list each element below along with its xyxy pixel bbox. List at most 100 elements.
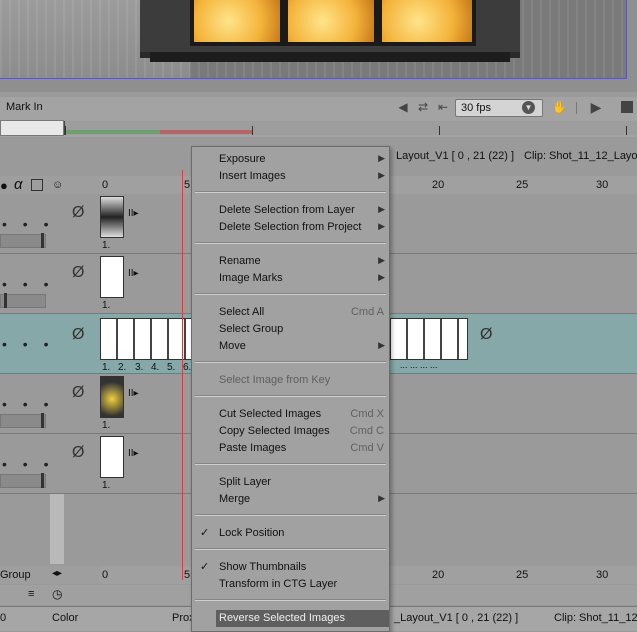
face-icon[interactable]: ☺ (52, 179, 63, 191)
cel-sequence[interactable] (390, 318, 468, 360)
fit-icon[interactable]: ⇤ (436, 100, 450, 114)
menu-item-label: Insert Images (219, 170, 286, 182)
menu-item-transform-ctg[interactable]: Transform in CTG Layer (192, 576, 389, 593)
menu-item-insert-images[interactable]: Insert Images ▶ (192, 168, 389, 185)
hand-icon[interactable]: ✋ (552, 100, 567, 114)
submenu-arrow-icon: ▶ (378, 204, 385, 214)
menu-item-select-all[interactable]: Select All Cmd A (192, 304, 389, 321)
submenu-arrow-icon: ▶ (378, 255, 385, 265)
menu-item-select-group[interactable]: Select Group (192, 321, 389, 338)
playback-toolbar: Mark In ◀ ⇄ ⇤ 30 fps ▼ ✋ ▶ (0, 97, 637, 120)
cel-thumbnail[interactable] (100, 376, 124, 418)
opacity-slider[interactable] (0, 233, 46, 248)
menu-item-split-layer[interactable]: Split Layer (192, 474, 389, 491)
mark-in-label: Mark In (6, 101, 43, 113)
menu-item-delete-from-layer[interactable]: Delete Selection from Layer ▶ (192, 202, 389, 219)
alpha-icon[interactable]: α (14, 176, 23, 193)
menu-item-reverse[interactable]: Reverse Selected Images (216, 610, 389, 627)
cel-thumbnail[interactable] (100, 436, 124, 478)
cel-label: 1. (102, 300, 111, 311)
layer-options[interactable]: • • • (2, 216, 54, 232)
menu-item-cut[interactable]: Cut Selected Images Cmd X (192, 406, 389, 423)
layer-options[interactable]: • • • (2, 336, 54, 352)
menu-item-label: Select All (219, 306, 265, 318)
viewer-canvas[interactable] (0, 0, 627, 79)
hold-icon: II▸ (128, 388, 139, 399)
mask-icon[interactable] (31, 179, 43, 191)
slider-knob[interactable] (41, 473, 44, 488)
menu-item-label: Delete Selection from Project (219, 221, 362, 233)
ruler-label: 0 (102, 569, 109, 581)
menu-separator (195, 293, 386, 295)
menu-separator (195, 395, 386, 397)
cel-thumbnail[interactable] (100, 196, 124, 238)
submenu-arrow-icon: ▶ (378, 221, 385, 231)
menu-item-label: Image Marks (219, 272, 283, 284)
menu-shortcut: Cmd A (350, 306, 384, 318)
cel-thumbnail[interactable] (100, 256, 124, 298)
fps-select[interactable]: 30 fps ▼ (455, 99, 543, 117)
ruler-label: 5 (184, 569, 191, 581)
scrub-tick (252, 126, 253, 135)
clip-name: Clip: Shot_11_12_Layout (524, 150, 637, 162)
menu-item-exposure[interactable]: Exposure ▶ (192, 151, 389, 168)
cel-label: 5. (167, 362, 176, 373)
checkmark-icon: ✓ (200, 561, 210, 573)
menu-item-label: Select Group (219, 323, 284, 335)
playhead-line[interactable] (182, 170, 183, 580)
empty-cel-icon[interactable]: Ø (480, 326, 492, 344)
speaker-icon[interactable]: ◀ (396, 100, 410, 114)
empty-cel-icon[interactable]: Ø (72, 444, 84, 462)
empty-cel-icon[interactable]: Ø (72, 264, 84, 282)
menu-item-delete-from-project[interactable]: Delete Selection from Project ▶ (192, 219, 389, 236)
cel-label: 4. (151, 362, 160, 373)
status-shot: _Layout_V1 [ 0 , 21 (22) ] (394, 612, 519, 624)
frame-field[interactable] (0, 120, 64, 136)
menu-item-merge[interactable]: Merge ▶ (192, 491, 389, 508)
hold-icon: II▸ (128, 268, 139, 279)
cel-sequence[interactable] (100, 318, 194, 360)
menu-item-label: Reverse Selected Images (219, 612, 345, 624)
menu-item-lock-position[interactable]: ✓ Lock Position (192, 525, 389, 542)
status-number: 0 (0, 612, 7, 624)
menu-item-rename[interactable]: Rename ▶ (192, 253, 389, 270)
opacity-slider[interactable] (0, 413, 46, 428)
menu-item-label: Lock Position (219, 527, 285, 539)
ruler-label: 30 (596, 179, 609, 191)
submenu-arrow-icon: ▶ (378, 170, 385, 180)
menu-item-show-thumbnails[interactable]: ✓ Show Thumbnails (192, 559, 389, 576)
play-icon[interactable]: ▶ (589, 100, 603, 114)
color-column[interactable]: Color (52, 612, 78, 624)
loop-icon[interactable]: ⇄ (416, 100, 430, 114)
expand-icon[interactable]: ◂▸ (52, 568, 62, 579)
layer-options[interactable]: • • • (2, 456, 54, 472)
timer-icon[interactable]: ◷ (52, 587, 62, 601)
menu-item-image-marks[interactable]: Image Marks ▶ (192, 270, 389, 287)
opacity-slider[interactable] (0, 293, 46, 308)
menu-item-copy[interactable]: Copy Selected Images Cmd C (192, 423, 389, 440)
empty-cel-icon[interactable]: Ø (72, 204, 84, 222)
empty-cel-icon[interactable]: Ø (72, 326, 84, 344)
stop-icon[interactable] (621, 101, 633, 113)
scrub-track[interactable] (64, 121, 637, 135)
list-icon[interactable]: ≡ (28, 588, 34, 600)
bulb-icon[interactable]: ● (0, 178, 8, 193)
empty-cel-icon[interactable]: Ø (72, 384, 84, 402)
menu-item-label: Paste Images (219, 442, 287, 454)
chevron-down-icon: ▼ (522, 101, 535, 114)
slider-knob[interactable] (41, 233, 44, 248)
menu-item-paste[interactable]: Paste Images Cmd V (192, 440, 389, 457)
menu-item-move[interactable]: Move ▶ (192, 338, 389, 355)
menu-item-label: Exposure (219, 153, 266, 165)
slider-knob[interactable] (4, 293, 7, 308)
layer-options[interactable]: • • • (2, 276, 54, 292)
layer-options[interactable]: • • • (2, 396, 54, 412)
opacity-slider[interactable] (0, 473, 46, 488)
slider-knob[interactable] (41, 413, 44, 428)
menu-item-select-from-key: Select Image from Key (192, 372, 389, 389)
menu-item-label: Cut Selected Images (219, 408, 322, 420)
submenu-arrow-icon: ▶ (378, 272, 385, 282)
menu-item-label: Split Layer (219, 476, 271, 488)
menu-item-label: Rename (219, 255, 261, 267)
menu-item-label: Merge (219, 493, 251, 505)
